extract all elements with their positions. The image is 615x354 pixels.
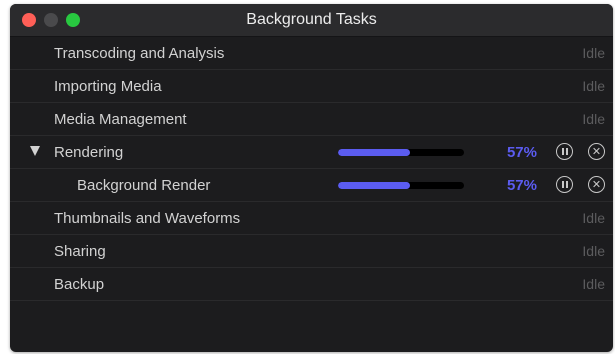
- disclosure-triangle-icon[interactable]: [30, 146, 40, 156]
- task-status: Idle: [582, 210, 605, 226]
- task-row-backup: Backup Idle: [10, 268, 613, 301]
- pause-button[interactable]: [556, 176, 573, 193]
- task-row-background-render: Background Render 57% ✕: [10, 169, 613, 202]
- task-status: Idle: [582, 243, 605, 259]
- progress-percent: 57%: [506, 144, 537, 161]
- progress-bar-fill: [338, 149, 410, 156]
- close-icon: ✕: [591, 145, 602, 158]
- task-list: Transcoding and Analysis Idle Importing …: [10, 37, 613, 301]
- progress-bar: [338, 149, 464, 156]
- window-title: Background Tasks: [246, 11, 377, 28]
- task-row-sharing: Sharing Idle: [10, 235, 613, 268]
- task-label: Thumbnails and Waveforms: [54, 210, 241, 227]
- close-icon: ✕: [591, 178, 602, 191]
- task-row-rendering: Rendering 57% ✕: [10, 136, 613, 169]
- task-label: Sharing: [54, 243, 106, 260]
- task-row-transcoding: Transcoding and Analysis Idle: [10, 37, 613, 70]
- task-row-thumbnails: Thumbnails and Waveforms Idle: [10, 202, 613, 235]
- task-label: Rendering: [54, 144, 124, 161]
- task-status: Idle: [582, 111, 605, 127]
- cancel-button[interactable]: ✕: [588, 143, 605, 160]
- progress-bar-fill: [338, 182, 410, 189]
- task-status: Idle: [582, 78, 605, 94]
- background-tasks-window: Background Tasks Transcoding and Analysi…: [10, 4, 613, 352]
- task-label: Transcoding and Analysis: [54, 45, 225, 62]
- task-label: Importing Media: [54, 78, 162, 95]
- task-status: Idle: [582, 276, 605, 292]
- task-label: Media Management: [54, 111, 187, 128]
- cancel-button[interactable]: ✕: [588, 176, 605, 193]
- task-row-importing: Importing Media Idle: [10, 70, 613, 103]
- pause-button[interactable]: [556, 143, 573, 160]
- progress-bar: [338, 182, 464, 189]
- progress-percent: 57%: [506, 177, 537, 194]
- task-label: Background Render: [77, 177, 211, 194]
- title-bar: Background Tasks: [10, 4, 613, 37]
- task-row-media-management: Media Management Idle: [10, 103, 613, 136]
- task-status: Idle: [582, 45, 605, 61]
- pause-icon: [561, 148, 568, 155]
- task-label: Backup: [54, 276, 105, 293]
- pause-icon: [561, 181, 568, 188]
